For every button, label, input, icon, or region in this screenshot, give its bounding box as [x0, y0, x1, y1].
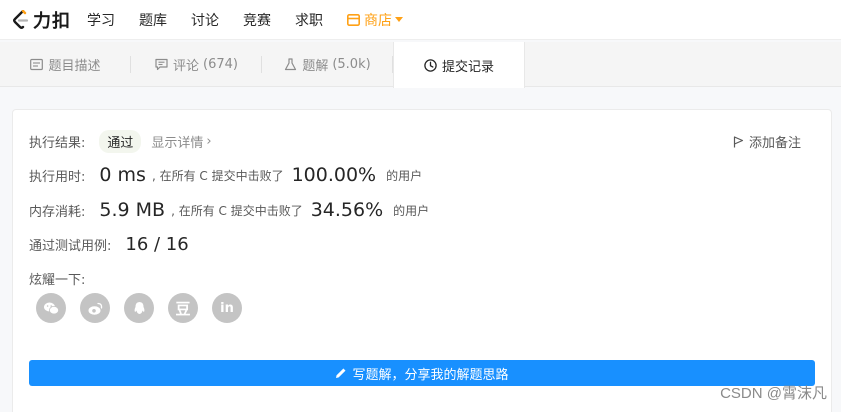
wechat-glyph [43, 302, 59, 314]
comment-count: (674) [203, 57, 238, 72]
solution-count: (5.0k) [332, 57, 371, 72]
leetcode-logo-icon [13, 9, 29, 29]
chevron-right-icon: › [206, 134, 212, 149]
memory-label: 内存消耗: [29, 204, 86, 220]
tab-solutions[interactable]: 题解 (5.0k) [262, 42, 393, 87]
document-icon [30, 58, 44, 71]
show-details-link[interactable]: 显示详情 › [151, 132, 211, 151]
douban-icon[interactable]: 豆 [168, 293, 198, 323]
qq-glyph [134, 301, 144, 314]
runtime-users-text: 的用户 [386, 168, 423, 183]
runtime-label: 执行用时: [29, 169, 86, 185]
share-label-row: 炫耀一下: [29, 269, 85, 288]
memory-users-text: 的用户 [393, 203, 430, 218]
write-solution-button[interactable]: 写题解，分享我的解题思路 [29, 360, 815, 386]
share-label: 炫耀一下: [29, 273, 86, 288]
tab-label: 题目描述 [48, 59, 101, 74]
memory-beat-text: , 在所有 C 提交中击败了 [171, 203, 303, 218]
pencil-icon [336, 368, 346, 378]
tab-label: 题解 [302, 59, 329, 74]
clock-icon [424, 58, 437, 72]
result-label: 执行结果: [29, 136, 86, 151]
runtime-value: 0 ms [99, 164, 146, 186]
qq-icon[interactable] [124, 293, 154, 323]
nav-item-problems[interactable]: 题库 [139, 10, 167, 30]
tab-label: 提交记录 [441, 59, 494, 75]
nav-item-store[interactable]: 商店 [347, 10, 403, 30]
tests-row: 通过测试用例: 16 / 16 [29, 234, 189, 255]
weibo-glyph [88, 302, 102, 315]
linkedin-glyph: in [220, 300, 234, 316]
status-badge: 通过 [99, 130, 142, 153]
nav-item-learn[interactable]: 学习 [87, 10, 115, 30]
tab-label: 评论 [173, 59, 200, 74]
result-row: 执行结果: 通过 显示详情 › [29, 130, 212, 153]
memory-row: 内存消耗: 5.9 MB , 在所有 C 提交中击败了 34.56% 的用户 [29, 199, 429, 221]
logo-text: 力扣 [33, 10, 71, 32]
tab-comments[interactable]: 评论 (674) [131, 42, 262, 87]
tests-value: 16 / 16 [125, 234, 189, 255]
flag-icon [733, 135, 744, 147]
write-solution-label: 写题解，分享我的解题思路 [352, 367, 509, 383]
memory-value: 5.9 MB [99, 199, 166, 221]
store-icon [347, 13, 360, 26]
runtime-beat-text: , 在所有 C 提交中击败了 [151, 168, 284, 183]
tab-description[interactable]: 题目描述 [0, 42, 131, 87]
store-label: 商店 [364, 12, 392, 29]
tab-submissions[interactable]: 提交记录 [393, 42, 525, 88]
top-navigation: 力扣 学习 题库 讨论 竞赛 求职 商店 [0, 0, 841, 40]
linkedin-icon[interactable]: in [212, 293, 242, 323]
share-icons: 豆 in [36, 293, 256, 323]
submission-result-card: 执行结果: 通过 显示详情 › 添加备注 执行用时: 0 ms , 在所有 C … [12, 109, 832, 412]
flask-icon [285, 58, 297, 71]
chevron-down-icon [395, 17, 403, 22]
watermark: CSDN @霄沫凡 [720, 385, 827, 402]
logo[interactable]: 力扣 [12, 7, 71, 33]
memory-percent: 34.56% [310, 199, 384, 221]
comment-icon [155, 58, 168, 71]
add-note-button[interactable]: 添加备注 [733, 132, 801, 151]
tests-label: 通过测试用例: [29, 239, 112, 254]
nav-item-contest[interactable]: 竞赛 [243, 10, 271, 30]
runtime-row: 执行用时: 0 ms , 在所有 C 提交中击败了 100.00% 的用户 [29, 164, 422, 186]
runtime-percent: 100.00% [291, 164, 377, 186]
nav-item-jobs[interactable]: 求职 [295, 10, 323, 30]
wechat-icon[interactable] [36, 293, 66, 323]
add-note-label: 添加备注 [748, 136, 801, 151]
douban-glyph: 豆 [175, 299, 191, 318]
weibo-icon[interactable] [80, 293, 110, 323]
problem-tabs: 题目描述 评论 (674) 题解 (5.0k) 提交记录 [0, 42, 841, 88]
nav-item-discuss[interactable]: 讨论 [191, 10, 219, 30]
show-details-label: 显示详情 [151, 136, 204, 151]
